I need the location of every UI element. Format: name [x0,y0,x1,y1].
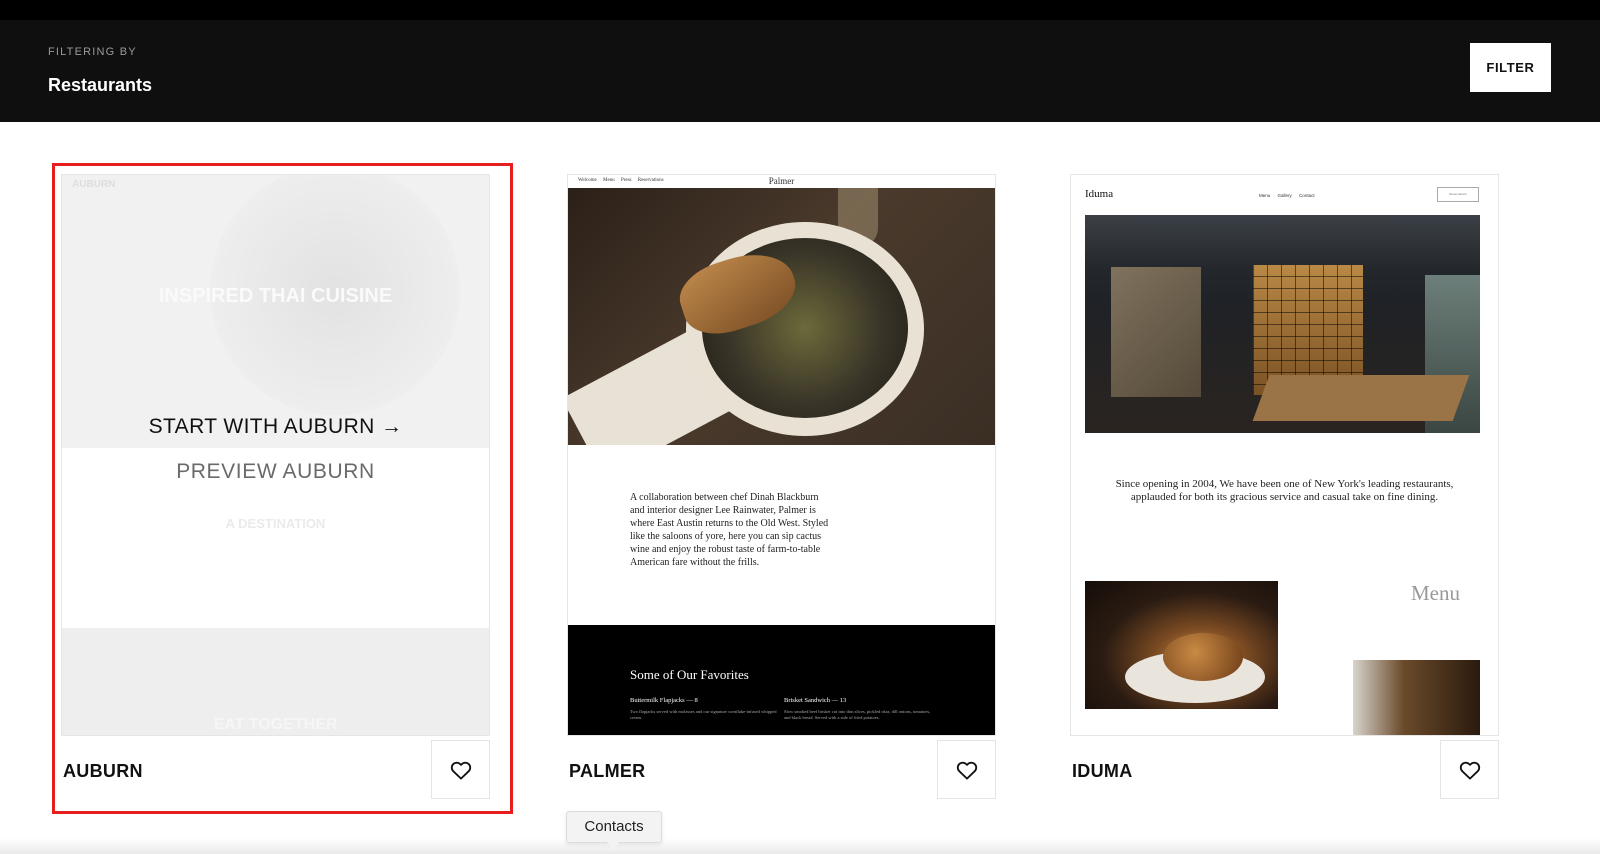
template-grid: AUBURN INSPIRED THAI CUISINE A DESTINATI… [0,122,1600,854]
template-card-iduma[interactable]: Iduma Menu Gallery Contact Reservations … [1070,174,1499,799]
heart-outline-icon [956,761,977,780]
template-card-auburn[interactable]: AUBURN INSPIRED THAI CUISINE A DESTINATI… [61,174,490,799]
favorite-button[interactable] [1440,740,1499,799]
iduma-nav-link: Contact [1299,193,1315,198]
favorite-item-desc: Two flapjacks served with molasses and o… [630,709,777,720]
iduma-nav-link: Menu [1259,193,1271,198]
favorite-item: Buttermilk Flapjacks — 8 Two flapjacks s… [630,697,780,721]
heart-outline-icon [1459,761,1480,780]
chicken-shape [1163,633,1243,681]
iduma-reservations-button: Reservations [1437,187,1479,202]
iduma-nav-links: Menu Gallery Contact [1259,193,1321,198]
favorite-item-name: Brisket Sandwich — 13 [784,697,847,704]
template-thumbnail-palmer[interactable]: Welcome Menu Press Reservations Palmer A… [567,174,996,736]
iduma-food-image [1085,581,1278,709]
contacts-tooltip: Contacts [566,811,662,843]
preview-auburn-link[interactable]: PREVIEW AUBURN [62,460,489,484]
filter-button[interactable]: FILTER [1470,43,1551,92]
favorite-item-desc: Slow smoked beef brisket cut into thin s… [784,709,931,720]
auburn-hero: AUBURN INSPIRED THAI CUISINE [62,175,489,448]
filter-header: FILTERING BY Restaurants FILTER [0,20,1600,122]
heart-outline-icon [450,761,471,780]
favorite-button[interactable] [937,740,996,799]
auburn-subhead: A DESTINATION [225,516,326,531]
iduma-nav: Iduma Menu Gallery Contact Reservations [1071,175,1498,215]
filter-kicker: FILTERING BY [48,46,137,58]
palmer-favorites-section: Some of Our Favorites Buttermilk Flapjac… [568,625,995,735]
template-name: AUBURN [63,761,143,781]
palmer-favorites-title: Some of Our Favorites [630,667,749,682]
template-card-palmer[interactable]: Welcome Menu Press Reservations Palmer A… [567,174,996,799]
top-strip [0,0,1600,20]
wall-shape [1111,267,1201,397]
template-thumbnail-auburn[interactable]: AUBURN INSPIRED THAI CUISINE A DESTINATI… [61,174,490,736]
palmer-intro-text: A collaboration between chef Dinah Black… [630,492,829,568]
template-thumbnail-iduma[interactable]: Iduma Menu Gallery Contact Reservations … [1070,174,1499,736]
auburn-bottom-image: EAT TOGETHER [62,628,489,735]
favorite-item-name: Buttermilk Flapjacks — 8 [630,697,698,704]
iduma-secondary-image [1353,660,1480,735]
start-with-auburn-link[interactable]: START WITH AUBURN → [62,415,489,439]
iduma-menu-heading: Menu [1411,581,1460,605]
palmer-hero-image [568,188,995,445]
palmer-nav: Welcome Menu Press Reservations Palmer [568,175,995,188]
favorite-button[interactable] [431,740,490,799]
auburn-headline: INSPIRED THAI CUISINE [158,285,393,307]
bottom-shade [0,838,1600,854]
iduma-nav-link: Gallery [1277,193,1292,198]
iduma-intro-text: Since opening in 2004, We have been one … [1115,478,1454,503]
table-shape [1252,375,1470,421]
iduma-hero-image [1085,215,1480,433]
ceiling-shape [1085,215,1480,271]
favorite-item: Brisket Sandwich — 13 Slow smoked beef b… [784,697,934,721]
iduma-logo: Iduma [1085,188,1114,200]
template-name: IDUMA [1072,761,1133,781]
filter-value: Restaurants [48,75,153,95]
auburn-brand: AUBURN [72,179,116,190]
auburn-footer-text: EAT TOGETHER [213,716,338,733]
template-name: PALMER [569,761,646,781]
palmer-logo: Palmer [768,176,795,186]
